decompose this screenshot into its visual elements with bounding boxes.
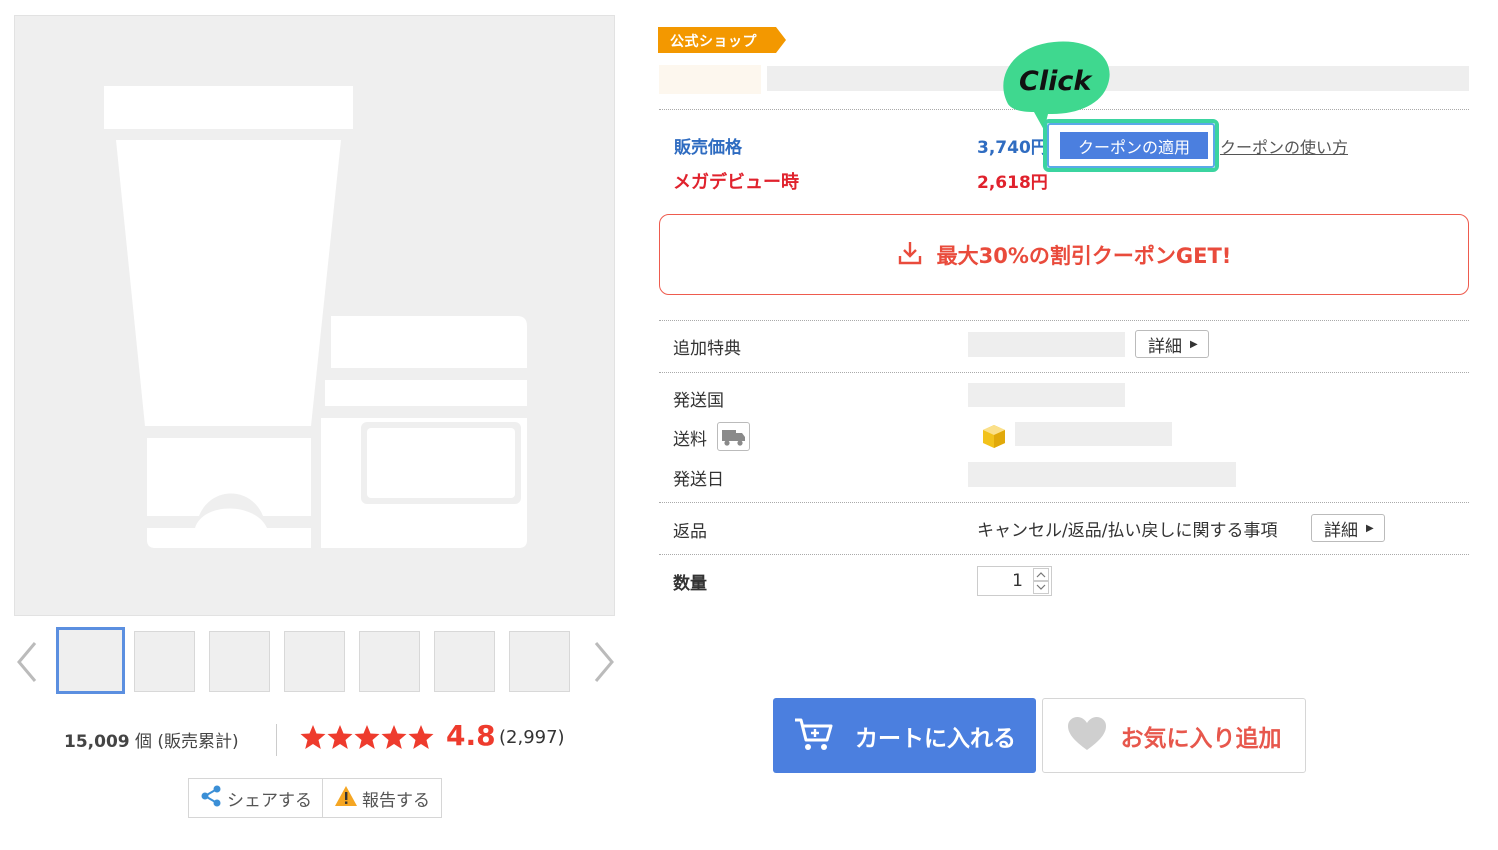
thumbnail-5[interactable]: [359, 631, 420, 692]
quantity-value: 1: [1012, 571, 1023, 591]
star-icon: [408, 725, 434, 749]
shipping-fee-label: 送料: [673, 430, 707, 450]
return-policy-text: キャンセル/返品/払い戻しに関する事項: [977, 521, 1278, 541]
coupon-howto-link[interactable]: クーポンの使い方: [1220, 134, 1348, 158]
share-label: シェアする: [227, 790, 312, 811]
sales-count: 15,009 個 (販売累計): [64, 727, 239, 752]
bonus-label: 追加特典: [673, 339, 741, 359]
thumbnail-next-arrow-icon[interactable]: [591, 640, 617, 684]
divider: [659, 502, 1469, 503]
return-detail-button[interactable]: 詳細 ▶: [1311, 514, 1385, 542]
thumbnail-3[interactable]: [209, 631, 270, 692]
main-product-image: [14, 15, 615, 616]
sales-suffix: 個 (販売累計): [129, 732, 239, 752]
mega-debut-price: 2,618円: [977, 173, 1048, 193]
report-label: 報告する: [362, 790, 430, 811]
divider: [276, 724, 277, 756]
detail-button-label: 詳細: [1324, 520, 1358, 541]
thumbnail-prev-arrow-icon[interactable]: [14, 640, 40, 684]
star-icon: [381, 725, 407, 749]
add-to-cart-label: カートに入れる: [855, 725, 1016, 752]
add-to-favorites-button[interactable]: お気に入り追加: [1042, 698, 1306, 773]
star-icon: [300, 725, 326, 749]
rating-value: 4.8: [446, 719, 496, 752]
share-icon: [199, 784, 223, 813]
rating-stars: [300, 724, 434, 756]
ship-date-label: 発送日: [673, 470, 724, 490]
triangle-right-icon: ▶: [1190, 338, 1198, 350]
share-button[interactable]: シェアする: [199, 779, 312, 817]
warning-icon: [334, 785, 358, 812]
return-label: 返品: [673, 522, 707, 542]
official-shop-badge-text: 公式ショップ: [670, 34, 757, 50]
get-coupon-banner[interactable]: 最大30%の割引クーポンGET!: [659, 214, 1469, 295]
add-to-cart-button[interactable]: カートに入れる: [773, 698, 1036, 773]
mega-debut-label: メガデビュー時: [673, 172, 799, 193]
divider: [322, 779, 323, 817]
share-report-box: シェアする 報告する: [188, 778, 442, 818]
bonus-detail-button[interactable]: 詳細 ▶: [1135, 330, 1209, 358]
report-button[interactable]: 報告する: [334, 779, 430, 817]
truck-icon[interactable]: [717, 422, 750, 451]
bonus-placeholder: [968, 332, 1125, 357]
thumbnail-4[interactable]: [284, 631, 345, 692]
thumbnail-7[interactable]: [509, 631, 570, 692]
thumbnail-1[interactable]: [56, 627, 125, 694]
quantity-input[interactable]: 1: [977, 566, 1052, 596]
divider: [659, 372, 1469, 373]
cart-icon: [793, 716, 835, 756]
divider: [659, 320, 1469, 321]
apply-coupon-button[interactable]: クーポンの適用: [1060, 132, 1208, 159]
thumbnail-6[interactable]: [434, 631, 495, 692]
product-placeholder-illustration: [104, 86, 527, 548]
review-count[interactable]: (2,997): [499, 727, 565, 748]
click-callout-text: Click: [1019, 66, 1092, 97]
detail-button-label: 詳細: [1148, 336, 1182, 357]
price-label: 販売価格: [674, 138, 742, 158]
sales-number: 15,009: [64, 732, 130, 752]
shipping-fee-placeholder: [1015, 422, 1172, 446]
quantity-stepper[interactable]: [1033, 568, 1049, 594]
ship-date-placeholder: [968, 462, 1236, 487]
official-shop-badge: 公式ショップ: [658, 25, 786, 55]
get-coupon-label: 最大30%の割引クーポンGET!: [936, 243, 1232, 268]
product-title-placeholder: [767, 66, 1469, 91]
add-to-favorites-label: お気に入り追加: [1120, 725, 1282, 752]
ship-country-label: 発送国: [673, 391, 724, 411]
download-icon: [897, 240, 923, 270]
star-icon: [327, 725, 353, 749]
star-icon: [354, 725, 380, 749]
thumbnail-2[interactable]: [134, 631, 195, 692]
triangle-right-icon: ▶: [1366, 522, 1374, 534]
heart-icon: [1067, 716, 1107, 756]
ship-country-placeholder: [968, 383, 1125, 407]
quantity-label: 数量: [673, 574, 707, 594]
divider: [659, 554, 1469, 555]
price-value: 3,740円: [977, 138, 1048, 158]
brand-placeholder: [659, 65, 761, 94]
package-icon: [981, 423, 1007, 454]
